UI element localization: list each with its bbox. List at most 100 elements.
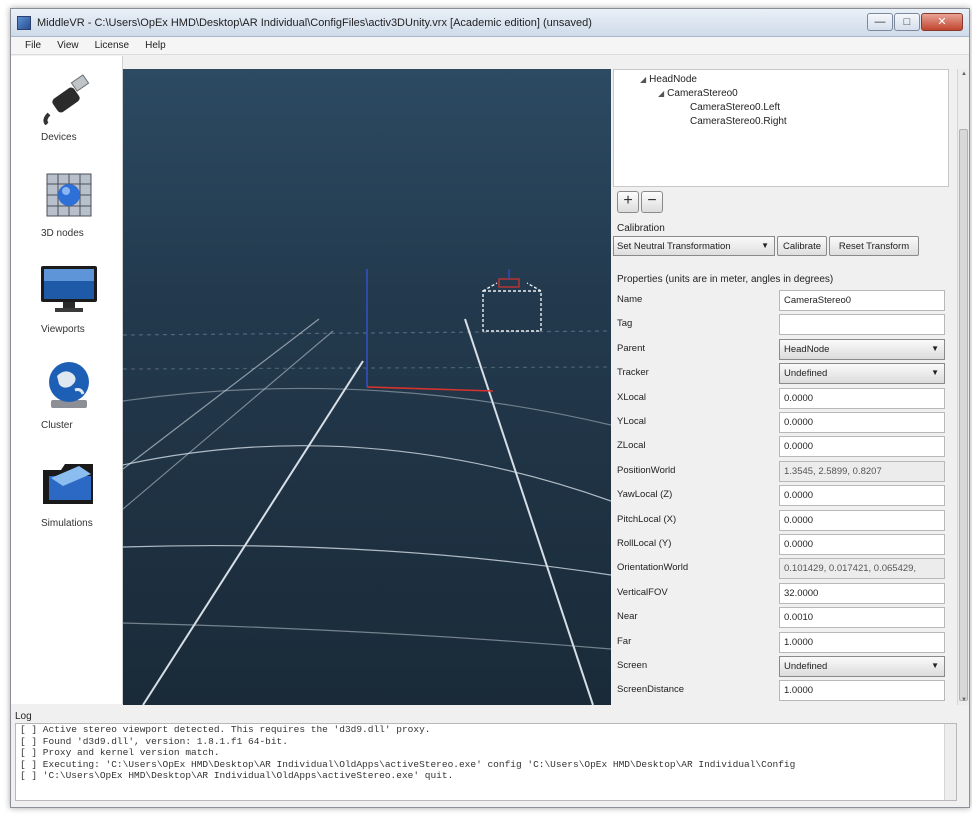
log-output[interactable]: [ ] Active stereo viewport detected. Thi… (15, 723, 957, 801)
reset-transform-button[interactable]: Reset Transform (829, 236, 919, 256)
chevron-down-icon: ▼ (761, 241, 769, 250)
close-button[interactable]: ✕ (921, 13, 963, 31)
maximize-button[interactable]: □ (894, 13, 920, 31)
3d-viewport[interactable] (123, 69, 611, 705)
minimize-button[interactable]: — (867, 13, 893, 31)
property-field-verticalfov[interactable]: 32.0000 (779, 582, 945, 604)
property-field-positionworld: 1.3545, 2.5899, 0.8207 (779, 460, 945, 482)
property-row-screendistance: ScreenDistance 1.0000 (613, 678, 949, 702)
property-name: Near (617, 611, 638, 623)
property-field-tag[interactable] (779, 314, 945, 336)
sidebar-item-3d-nodes[interactable]: 3D nodes (11, 158, 123, 254)
property-name: PositionWorld (617, 464, 676, 476)
tree-node-camerastereo0[interactable]: ◢ CameraStereo0 (658, 88, 738, 99)
property-field-near[interactable]: 0.0010 (779, 607, 945, 629)
sidebar-item-cluster[interactable]: Cluster (11, 350, 123, 446)
menu-file[interactable]: File (17, 37, 49, 54)
sidebar-label: 3D nodes (41, 228, 84, 239)
property-name: Far (617, 635, 632, 647)
log-line: [ ] 'C:\Users\OpEx HMD\Desktop\AR Indivi… (20, 770, 454, 781)
sidebar: Devices 3D nodes Viewports Cluster Simul… (11, 56, 123, 704)
property-row-tag: Tag (613, 312, 949, 336)
property-select-screen[interactable]: Undefined ▼ (779, 656, 945, 677)
property-name: VerticalFOV (617, 586, 668, 598)
property-name: OrientationWorld (617, 562, 689, 574)
menu-bar: File View License Help (11, 37, 969, 55)
calibration-select[interactable]: Set Neutral Transformation ▼ (613, 236, 775, 256)
tree-node-label: CameraStereo0.Left (690, 102, 781, 113)
property-select-value: HeadNode (784, 343, 830, 355)
sidebar-item-simulations[interactable]: Simulations (11, 448, 123, 544)
property-field-ylocal[interactable]: 0.0000 (779, 412, 945, 433)
property-name: Name (617, 294, 643, 305)
property-field-xlocal[interactable]: 0.0000 (779, 387, 945, 409)
scroll-up-icon[interactable]: ▲ (959, 71, 969, 77)
property-field-orientationworld: 0.101429, 0.017421, 0.065429, (779, 558, 945, 580)
property-name: PitchLocal (X) (617, 513, 677, 525)
property-field-name[interactable]: CameraStereo0 (779, 290, 945, 311)
panel-scrollbar[interactable]: ▲ ▼ (957, 69, 969, 705)
property-field-yawlocal-z[interactable]: 0.0000 (779, 485, 945, 507)
property-select-value: Undefined (784, 661, 828, 672)
scroll-down-icon[interactable]: ▼ (959, 697, 969, 703)
property-row-yawlocal-z: YawLocal (Z) 0.0000 (613, 483, 949, 507)
cube-node-icon (46, 173, 92, 217)
property-row-name: Name CameraStereo0 (613, 288, 949, 312)
property-field-zlocal[interactable]: 0.0000 (779, 436, 945, 458)
property-field-rolllocal-y[interactable]: 0.0000 (779, 534, 945, 555)
usb-plug-icon (43, 74, 90, 125)
app-logo-icon (17, 16, 31, 30)
menu-license[interactable]: License (87, 37, 137, 54)
title-bar[interactable]: MiddleVR - C:\Users\OpEx HMD\Desktop\AR … (11, 9, 969, 37)
property-name: RollLocal (Y) (617, 538, 672, 549)
app-window: MiddleVR - C:\Users\OpEx HMD\Desktop\AR … (10, 8, 970, 808)
properties-header: Properties (units are in meter, angles i… (617, 274, 834, 285)
property-field-screendistance[interactable]: 1.0000 (779, 680, 945, 702)
property-field-pitchlocal-x[interactable]: 0.0000 (779, 509, 945, 531)
property-row-positionworld: PositionWorld 1.3545, 2.5899, 0.8207 (613, 459, 949, 483)
tree-node-camerastereo0-right[interactable]: CameraStereo0.Right (690, 116, 787, 127)
property-name: Tracker (617, 367, 649, 379)
node-tree[interactable]: ◢ HeadNode ◢ CameraStereo0 CameraStereo0.L… (613, 69, 949, 187)
chevron-down-icon: ▼ (931, 661, 939, 670)
scroll-thumb[interactable] (959, 129, 968, 701)
sidebar-item-viewports[interactable]: Viewports (11, 254, 123, 350)
tree-node-camerastereo0-left[interactable]: CameraStereo0.Left (690, 102, 780, 113)
tree-node-headnode[interactable]: ◢ HeadNode (640, 74, 697, 85)
property-row-orientationworld: OrientationWorld 0.101429, 0.017421, 0.06… (613, 556, 949, 580)
property-select-parent[interactable]: HeadNode ▼ (779, 338, 945, 360)
property-row-rolllocal-y: RollLocal (Y) 0.0000 (613, 532, 949, 556)
log-scrollbar[interactable] (944, 724, 956, 800)
chevron-down-icon: ▼ (931, 368, 939, 378)
tree-node-label: CameraStereo0 (667, 88, 738, 99)
sidebar-label: Viewports (41, 324, 85, 335)
menu-view[interactable]: View (49, 37, 87, 54)
property-row-tracker: Tracker Undefined ▼ (613, 361, 949, 385)
remove-node-button[interactable]: − (641, 191, 663, 213)
camera-marker (498, 278, 520, 288)
sidebar-label: Cluster (41, 420, 73, 431)
menu-help[interactable]: Help (137, 37, 174, 54)
log-title: Log (15, 711, 32, 722)
property-name: YawLocal (Z) (617, 489, 673, 501)
add-node-button[interactable]: + (617, 191, 639, 213)
property-row-far: Far 1.0000 (613, 630, 949, 654)
property-name: ZLocal (617, 440, 646, 452)
expand-arrow-icon[interactable]: ◢ (640, 75, 646, 84)
property-select-value: Undefined (784, 368, 828, 380)
sidebar-item-devices[interactable]: Devices (11, 62, 123, 158)
property-row-screen: Screen Undefined ▼ (613, 654, 949, 678)
property-name: ScreenDistance (617, 684, 685, 696)
calibrate-button[interactable]: Calibrate (777, 236, 827, 256)
axis-x-line (366, 386, 494, 392)
expand-arrow-icon[interactable]: ◢ (658, 89, 664, 98)
folder-icon (43, 464, 93, 504)
log-line: [ ] Executing: 'C:\Users\OpEx HMD\Deskto… (20, 758, 796, 770)
property-name: Screen (617, 660, 648, 671)
property-field-far[interactable]: 1.0000 (779, 631, 945, 653)
calibration-label: Calibration (617, 223, 665, 234)
log-panel: Log [ ] Active stereo viewport detected.… (15, 711, 961, 803)
tree-node-label: CameraStereo0.Right (690, 116, 787, 127)
property-select-tracker[interactable]: Undefined ▼ (779, 363, 945, 385)
monitor-icon (41, 266, 97, 312)
